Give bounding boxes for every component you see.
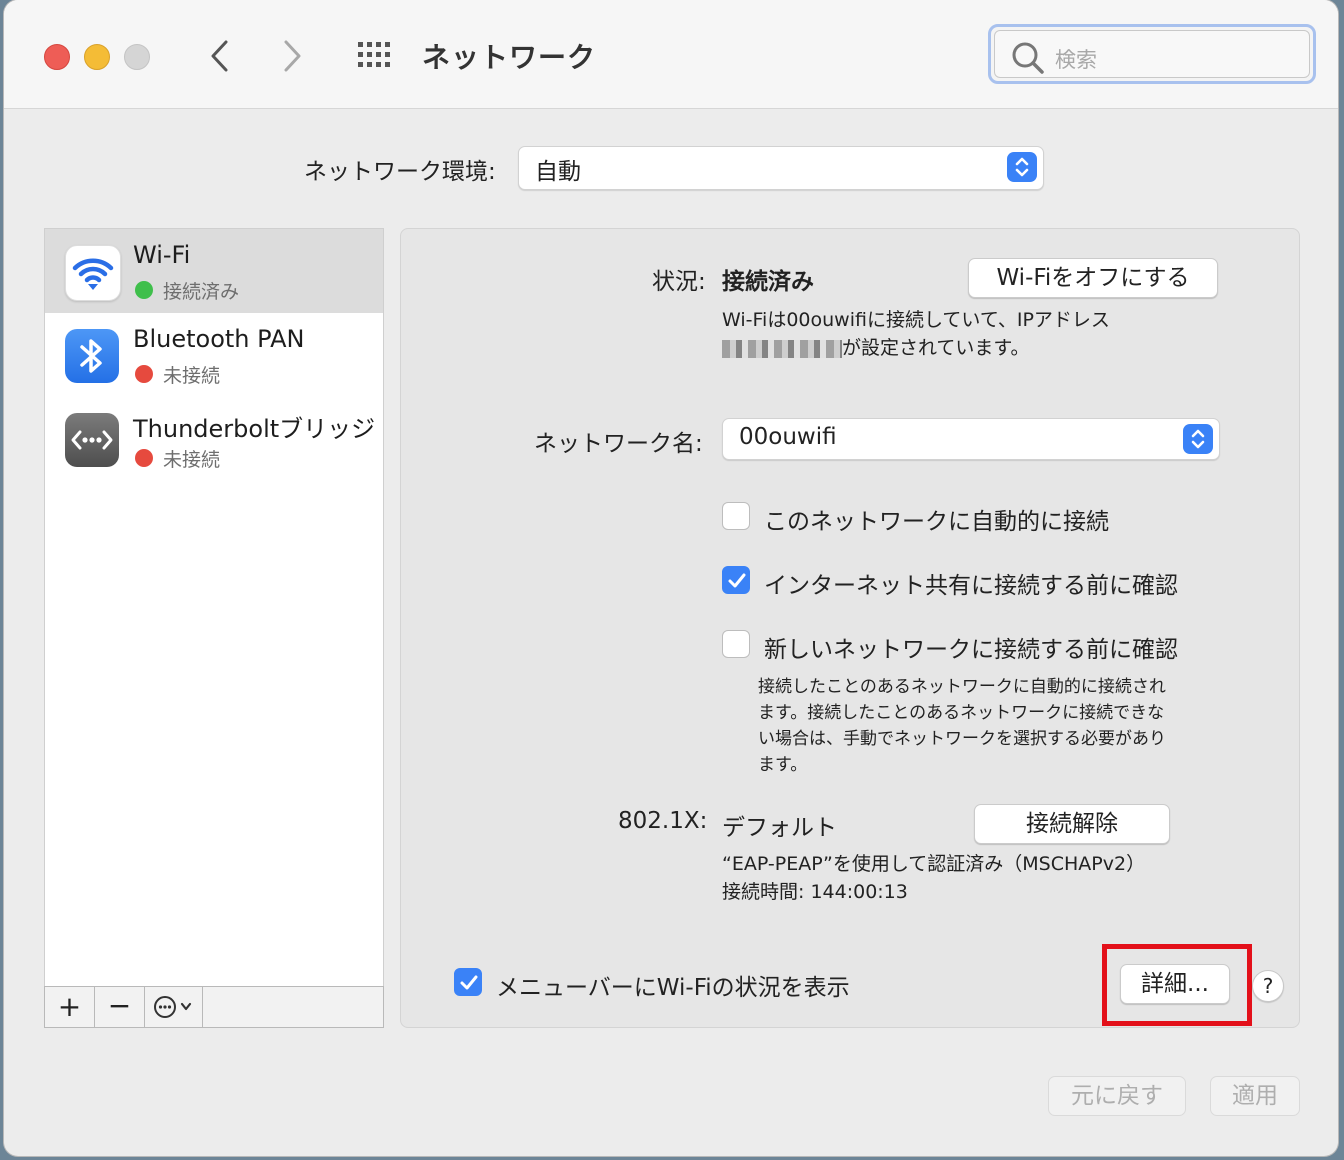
back-button[interactable] xyxy=(202,36,238,76)
ask-help-line1: 接続したことのあるネットワークに自動的に接続され xyxy=(758,677,1166,697)
service-item-wifi[interactable]: Wi-Fi 接続済み xyxy=(45,229,383,313)
redacted-ip-address xyxy=(722,339,842,358)
auto-join-label: このネットワークに自動的に接続 xyxy=(764,509,1109,535)
service-name: Wi-Fi xyxy=(133,241,191,269)
location-value: 自動 xyxy=(535,159,581,185)
network-preferences-window: ネットワーク 検索 ネットワーク環境: 自動 Wi-Fi 接続済み Blueto… xyxy=(4,0,1338,1156)
status-value: 接続済み xyxy=(722,269,814,295)
network-name-label: ネットワーク名: xyxy=(534,431,703,457)
service-status: 接続済み xyxy=(163,281,240,303)
chevron-left-icon xyxy=(211,40,228,72)
status-description-line1: Wi-Fiは00ouwifiに接続していて、IPアドレス xyxy=(722,309,1110,331)
wifi-icon xyxy=(65,245,121,301)
dot1x-auth-text: “EAP-PEAP”を使用して認証済み（MSCHAPv2） xyxy=(722,853,1146,875)
updown-arrows-icon xyxy=(1007,152,1037,182)
ask-help-line4: ます。 xyxy=(758,755,808,775)
action-menu-button[interactable] xyxy=(145,987,203,1027)
auto-join-checkbox[interactable] xyxy=(722,502,750,530)
service-name: Thunderboltブリッジ xyxy=(133,415,376,443)
status-dot xyxy=(135,449,153,467)
chevron-right-icon xyxy=(284,40,301,72)
ask-hotspot-label: インターネット共有に接続する前に確認 xyxy=(764,573,1178,599)
dot1x-value: デフォルト xyxy=(722,815,837,841)
show-all-button[interactable] xyxy=(356,40,394,70)
remove-service-button[interactable]: − xyxy=(95,987,145,1027)
close-window-button[interactable] xyxy=(44,44,70,70)
ask-new-network-label: 新しいネットワークに接続する前に確認 xyxy=(764,637,1178,663)
status-label: 状況: xyxy=(652,269,706,295)
ellipsis-circle-icon xyxy=(154,996,192,1018)
help-button[interactable]: ? xyxy=(1252,970,1284,1002)
highlight-annotation xyxy=(1102,944,1252,1026)
search-icon xyxy=(1012,42,1044,74)
service-list-toolbar: + − xyxy=(44,986,384,1028)
forward-button[interactable] xyxy=(274,36,310,76)
thunderbolt-bridge-icon xyxy=(65,413,119,467)
status-description-suffix: が設定されています。 xyxy=(842,337,1030,359)
network-name-value: 00ouwifi xyxy=(739,424,837,450)
apply-button[interactable]: 適用 xyxy=(1210,1076,1300,1116)
connect-time-text: 接続時間: 144:00:13 xyxy=(722,881,908,903)
updown-arrows-icon xyxy=(1183,424,1213,454)
search-placeholder: 検索 xyxy=(1055,48,1097,72)
ask-new-network-checkbox[interactable] xyxy=(722,630,750,658)
show-menubar-label: メニューバーにWi-Fiの状況を表示 xyxy=(496,975,850,1001)
window-title: ネットワーク xyxy=(422,41,597,74)
service-status: 未接続 xyxy=(163,365,221,387)
show-menubar-checkbox[interactable] xyxy=(454,968,482,996)
location-label: ネットワーク環境: xyxy=(304,159,496,185)
grid-icon xyxy=(358,42,390,67)
zoom-window-button[interactable] xyxy=(124,44,150,70)
status-dot xyxy=(135,281,153,299)
title-bar: ネットワーク 検索 xyxy=(4,0,1338,109)
search-field[interactable]: 検索 xyxy=(988,24,1316,84)
disconnect-button[interactable]: 接続解除 xyxy=(974,804,1170,844)
ask-help-line2: ます。接続したことのあるネットワークに接続できな xyxy=(758,703,1165,723)
checkmark-icon xyxy=(728,573,746,588)
service-name: Bluetooth PAN xyxy=(133,325,305,353)
bluetooth-icon xyxy=(65,329,119,383)
location-select[interactable]: 自動 xyxy=(518,146,1044,190)
network-name-select[interactable]: 00ouwifi xyxy=(722,418,1220,460)
dot1x-label: 802.1X: xyxy=(618,808,708,834)
minimize-window-button[interactable] xyxy=(84,44,110,70)
service-item-bluetooth-pan[interactable]: Bluetooth PAN 未接続 xyxy=(45,313,383,397)
service-list: Wi-Fi 接続済み Bluetooth PAN 未接続 Thunderbolt… xyxy=(44,228,384,988)
service-status: 未接続 xyxy=(163,449,221,471)
add-service-button[interactable]: + xyxy=(45,987,95,1027)
wifi-off-button[interactable]: Wi-Fiをオフにする xyxy=(968,258,1218,298)
checkmark-icon xyxy=(460,975,478,990)
service-item-thunderbolt-bridge[interactable]: Thunderboltブリッジ 未接続 xyxy=(45,397,383,481)
status-dot xyxy=(135,365,153,383)
status-description-line2: が設定されています。 xyxy=(722,334,1030,362)
ask-hotspot-checkbox[interactable] xyxy=(722,566,750,594)
ask-help-line3: い場合は、手動でネットワークを選択する必要があり xyxy=(758,729,1166,749)
revert-button[interactable]: 元に戻す xyxy=(1048,1076,1186,1116)
